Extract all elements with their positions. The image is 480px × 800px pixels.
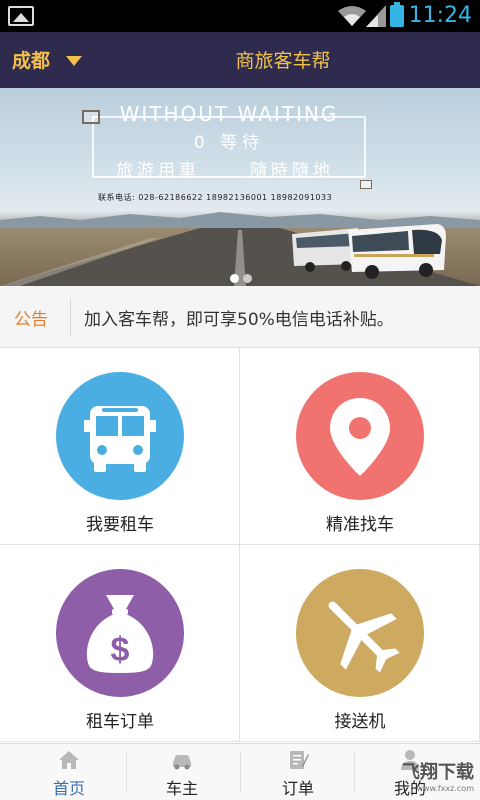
battery-icon <box>390 2 404 27</box>
order-icon <box>290 751 309 769</box>
car-icon <box>173 755 191 770</box>
bus-icon <box>56 372 184 500</box>
app-header: 成都 商旅客车帮 <box>0 32 480 88</box>
tile-label: 我要租车 <box>86 515 154 535</box>
feature-grid: 我要租车 精准找车 $ 租车订单 接送机 <box>0 348 480 743</box>
status-time: 11:24 <box>408 3 472 28</box>
money-bag-icon: $ <box>56 569 184 697</box>
airplane-icon <box>296 569 424 697</box>
pagination-dot[interactable] <box>243 274 252 283</box>
promo-banner[interactable]: WITHOUT WAITING 0 等待 旅游用車 隨時隨地 联系电话: 028… <box>0 88 480 286</box>
signal-icon <box>366 5 386 27</box>
image-notification-icon <box>8 6 34 26</box>
banner-headline: WITHOUT WAITING <box>119 102 339 126</box>
divider <box>70 298 71 336</box>
airport-transfer-tile[interactable]: 接送机 <box>240 545 480 742</box>
location-pin-icon <box>296 372 424 500</box>
banner-slogan-right: 隨時隨地 <box>250 161 334 181</box>
tab-orders[interactable]: 订单 <box>238 744 358 800</box>
find-car-tile[interactable]: 精准找车 <box>240 348 480 545</box>
pagination-dot[interactable] <box>230 274 239 283</box>
tab-label: 订单 <box>281 779 314 798</box>
announcement-bar[interactable]: 公告 加入客车帮，即可享50%电信电话补贴。 <box>0 286 480 348</box>
watermark: 飞翔下载 www.fxxz.com <box>402 762 474 793</box>
svg-text:$: $ <box>111 631 130 669</box>
tab-label: 车主 <box>165 779 198 798</box>
home-icon <box>59 751 79 769</box>
tile-label: 接送机 <box>334 712 386 732</box>
tab-home[interactable]: 首页 <box>9 744 129 800</box>
banner-slogan-left: 旅游用車 <box>116 161 200 181</box>
rental-orders-tile[interactable]: $ 租车订单 <box>0 545 240 742</box>
rent-car-tile[interactable]: 我要租车 <box>0 348 240 545</box>
announcement-text: 加入客车帮，即可享50%电信电话补贴。 <box>84 310 394 330</box>
wifi-icon <box>338 6 366 26</box>
status-bar: 11:24 <box>0 0 480 32</box>
tab-label: 首页 <box>52 779 85 798</box>
coach-bus-image <box>292 224 446 279</box>
tile-label: 精准找车 <box>326 515 394 535</box>
banner-tagline: 0 等待 <box>193 133 265 153</box>
announcement-label: 公告 <box>14 310 48 330</box>
bottom-navigation: 首页 车主 订单 我的 飞翔下载 www.fxxz.com <box>0 743 480 800</box>
tile-label: 租车订单 <box>86 712 154 732</box>
banner-pagination <box>230 268 256 286</box>
banner-phone: 联系电话: 028-62186622 18982136001 189820910… <box>98 193 333 202</box>
tab-owner[interactable]: 车主 <box>122 744 242 800</box>
frame-corner-square <box>360 180 372 189</box>
app-title: 商旅客车帮 <box>235 50 331 72</box>
